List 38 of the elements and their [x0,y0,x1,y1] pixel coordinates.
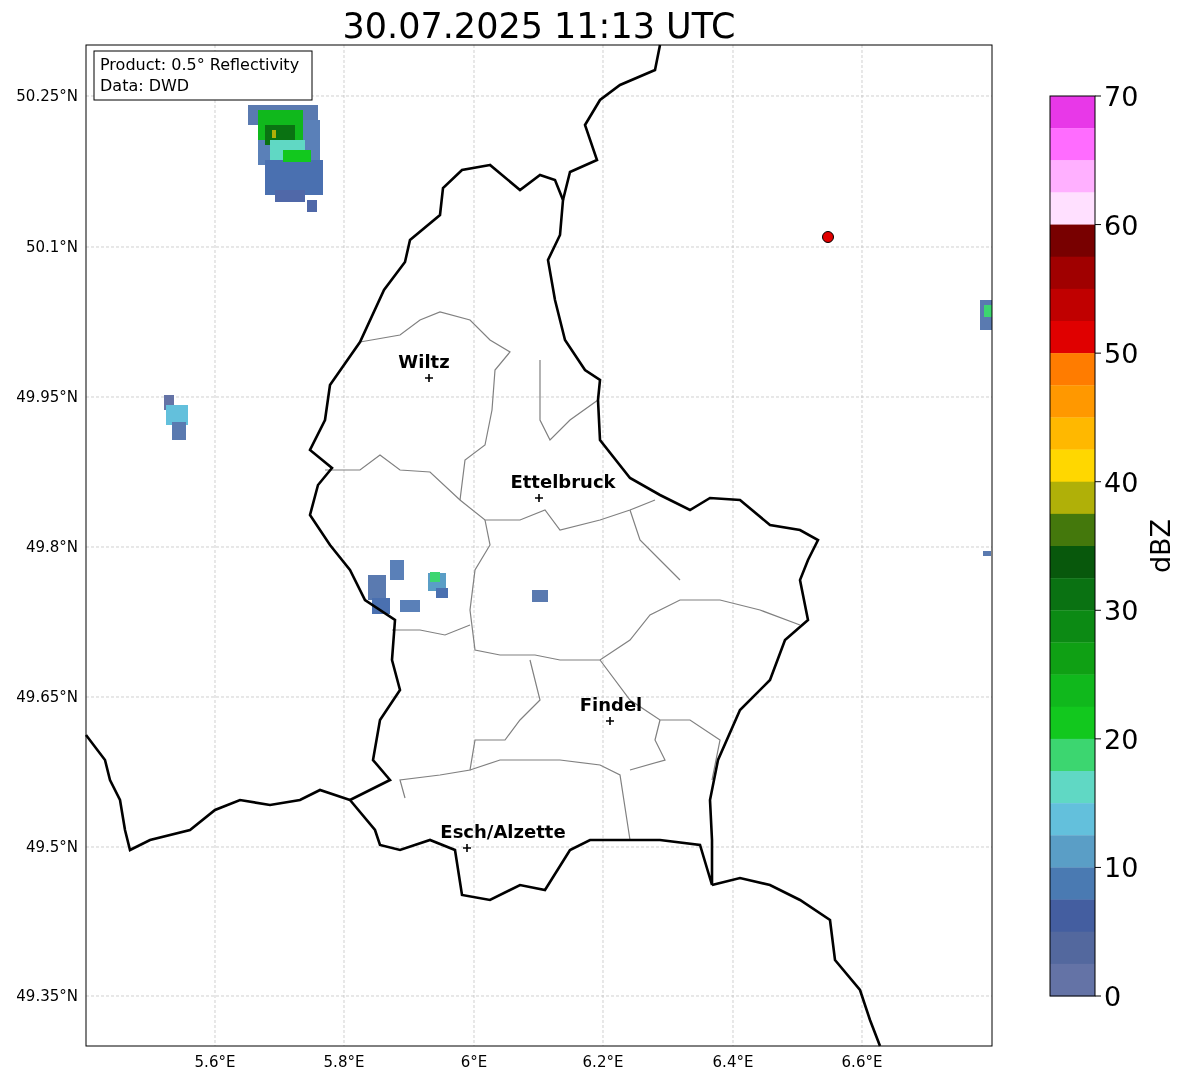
city-marker-icon [605,716,615,726]
colorbar-tick-label: 10 [1104,852,1139,884]
axis-tick-label: 6.4°E [712,1053,754,1071]
axis-tick-label: 50.25°N [16,87,78,105]
radar-echo-drawing [164,395,188,440]
colorbar-tick-label: 60 [1104,209,1139,241]
colorbar-label: dBZ [1145,518,1176,574]
colorbar-tick-label: 0 [1104,981,1122,1012]
city-marker-icon [462,843,472,853]
radar-echo-drawing [980,300,992,330]
radar-echo-drawing [983,551,991,556]
axis-tick-label: 5.8°E [323,1053,365,1071]
map-title: 30.07.2025 11:13 UTC [342,6,736,46]
axis-tick-label: 6°E [460,1053,488,1071]
city-label: Esch/Alzette [440,821,566,842]
radar-site-marker [822,231,834,243]
axis-tick-label: 49.65°N [16,688,78,706]
axis-tick-label: 5.6°E [194,1053,236,1071]
city-label: Findel [579,694,643,715]
city-label: Ettelbruck [510,471,616,492]
axis-tick-label: 50.1°N [25,238,78,256]
info-text: Product: 0.5° Reflectivity [100,55,300,74]
colorbar-tick-label: 30 [1104,595,1139,627]
city-marker-icon [424,373,434,383]
axis-tick-label: 49.95°N [16,388,78,406]
city-label: Wiltz [398,351,450,372]
radar-echo-drawing [532,590,548,602]
colorbar-tick-label: 40 [1104,466,1139,498]
axis-tick-label: 49.5°N [25,838,78,856]
axis-tick-label: 49.35°N [16,987,78,1005]
info-text: Data: DWD [100,76,190,95]
axis-tick-label: 49.8°N [25,538,78,556]
colorbar-tick-label: 50 [1104,338,1139,370]
colorbar-tick-label: 20 [1104,723,1139,755]
axis-tick-label: 6.6°E [841,1053,883,1071]
colorbar-tick-label: 70 [1104,81,1139,112]
city-marker-icon [534,493,544,503]
axis-tick-label: 6.2°E [582,1053,624,1071]
